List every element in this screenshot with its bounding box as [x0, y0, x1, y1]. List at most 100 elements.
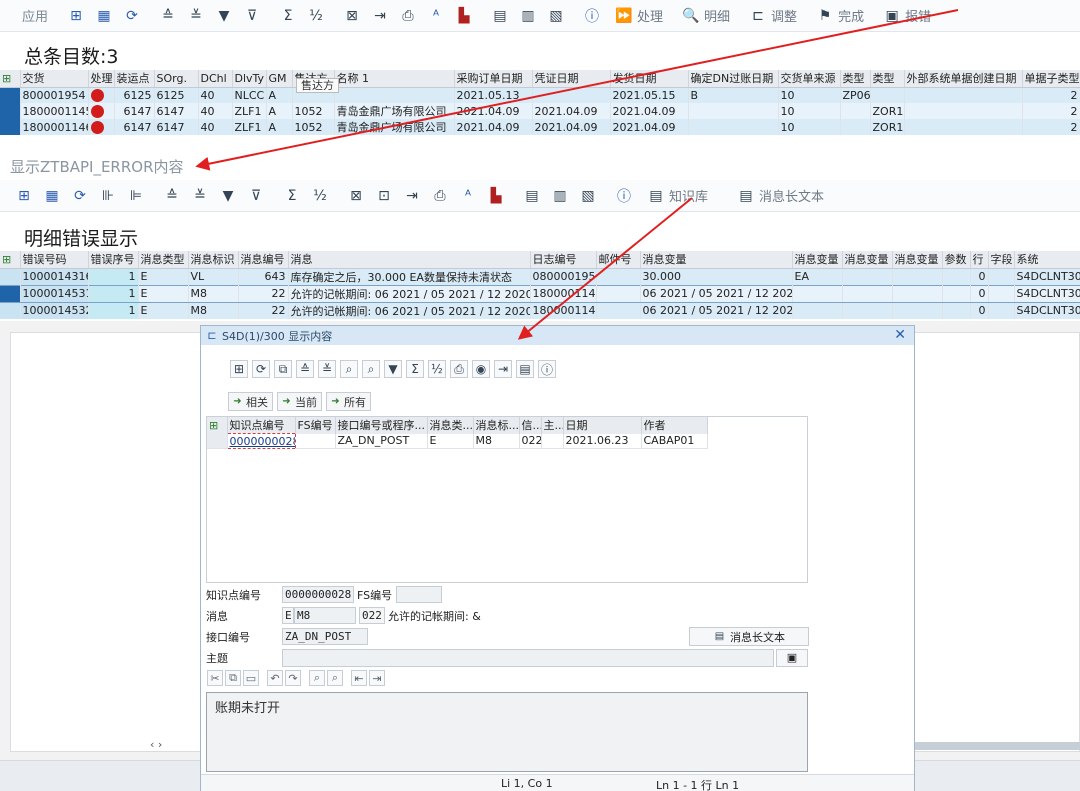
subtotal-icon[interactable]: ½ [306, 6, 326, 26]
subject-lookup-icon[interactable]: ▣ [776, 648, 808, 667]
process-button[interactable]: ⏩ 处理 [610, 6, 663, 26]
display-icon[interactable]: ⊞ [14, 186, 34, 206]
message-id-field[interactable]: M8 [294, 607, 356, 624]
display-icon[interactable]: ⊞ [230, 360, 248, 378]
sum-icon[interactable]: Σ [278, 6, 298, 26]
export-icon[interactable]: ⇥ [370, 6, 390, 26]
col-header[interactable]: 消息编号 [238, 251, 289, 269]
refresh-icon[interactable]: ⟳ [252, 360, 270, 378]
long-text-area[interactable]: 账期未打开 [206, 692, 808, 772]
col-header[interactable]: 消息变量 [640, 251, 793, 269]
col-header[interactable]: 消息类型 [138, 251, 189, 269]
column-icon[interactable]: ⊪ [98, 186, 118, 206]
col-header[interactable]: 处理 [88, 70, 115, 88]
subtotal-icon[interactable]: ½ [310, 186, 330, 206]
finish-button[interactable]: ⚑ 完成 [811, 6, 864, 26]
message-long-text-button[interactable]: ▤ 消息长文本 [689, 627, 809, 646]
sum-icon[interactable]: Σ [406, 360, 424, 378]
col-header[interactable]: DChl [198, 70, 233, 88]
find-next-icon[interactable]: ⌕ [362, 360, 380, 378]
col-header[interactable]: 消息类... [427, 417, 474, 434]
layout-save-icon[interactable]: ▧ [578, 186, 598, 206]
col-header[interactable]: 消息标... [473, 417, 520, 434]
col-header[interactable]: DlvTy [232, 70, 267, 88]
abc-icon[interactable]: ᴬ [426, 6, 446, 26]
row-selector[interactable] [0, 103, 21, 119]
interface-field[interactable]: ZA_DN_POST [282, 628, 368, 645]
col-header[interactable]: 发货日期 [610, 70, 689, 88]
delivery-cell[interactable]: 800001954 [20, 87, 89, 103]
col-header[interactable]: 接口编号或程序... [335, 417, 428, 434]
layout-icon[interactable]: ▤ [516, 360, 534, 378]
table-row[interactable]: 1800001145 6147 6147 40 ZLF1 A 1052 青岛金鼎… [0, 103, 1080, 119]
col-header[interactable]: 日志编号 [530, 251, 597, 269]
fs-number-field[interactable] [396, 586, 443, 603]
close-icon[interactable]: ✕ [894, 327, 906, 343]
knowledge-base-button[interactable]: ▤ 知识库 [642, 186, 708, 206]
cell[interactable]: 1000014532 [20, 302, 89, 319]
sort-desc-icon[interactable]: ≚ [318, 360, 336, 378]
sort-desc-icon[interactable]: ≚ [186, 6, 206, 26]
related-button[interactable]: ➜ 相关 [228, 392, 273, 411]
col-header[interactable]: 日期 [563, 417, 642, 434]
kb-number-field[interactable]: 0000000028 [282, 586, 354, 603]
col-header[interactable]: 消息变量 [892, 251, 943, 269]
filter-icon[interactable]: ▼ [218, 186, 238, 206]
col-header[interactable]: 行 [970, 251, 989, 269]
layout-save-icon[interactable]: ▧ [546, 6, 566, 26]
col-header[interactable]: 凭证日期 [532, 70, 611, 88]
export-icon[interactable]: ⇥ [494, 360, 512, 378]
info-icon[interactable]: ⓘ [538, 360, 556, 378]
subtotal-icon[interactable]: ½ [428, 360, 446, 378]
scroll-arrows-icon[interactable]: ‹ › [150, 738, 162, 751]
col-header[interactable]: 消息变量 [792, 251, 843, 269]
refresh-icon[interactable]: ⟳ [122, 6, 142, 26]
find-icon[interactable]: ⌕ [340, 360, 358, 378]
all-button[interactable]: ➜ 所有 [326, 392, 371, 411]
export-icon[interactable]: ⇥ [402, 186, 422, 206]
adjust-button[interactable]: ⊏ 调整 [744, 6, 797, 26]
table-row[interactable]: 1000014531 1 E M8 22 允许的记帐期间: 06 2021 / … [0, 284, 1080, 303]
column-hide-icon[interactable]: ⊫ [126, 186, 146, 206]
cell[interactable]: 1000014531 [20, 284, 89, 303]
table-row[interactable]: 1000014316 1 E VL 643 库存确定之后，30.000 EA数量… [0, 268, 1080, 285]
col-header[interactable]: 错误序号 [88, 251, 139, 269]
col-header[interactable]: 外部系统单据创建日期 [904, 70, 1023, 88]
export-icon[interactable]: ⇥ [369, 670, 385, 686]
row-selector[interactable] [207, 433, 228, 449]
row-selector[interactable] [0, 268, 21, 285]
col-header[interactable]: 参数 [942, 251, 971, 269]
col-header[interactable]: 作者 [641, 417, 708, 434]
sort-asc-icon[interactable]: ≙ [158, 6, 178, 26]
layout-icon[interactable]: ▤ [490, 6, 510, 26]
table-row[interactable]: 1800001146 6147 6147 40 ZLF1 A 1052 青岛金鼎… [0, 119, 1080, 135]
subject-field[interactable] [282, 648, 774, 667]
col-header[interactable]: 信... [519, 417, 542, 434]
filter-delete-icon[interactable]: ⊽ [242, 6, 262, 26]
report-error-button[interactable]: ▣ 报错 [878, 6, 931, 26]
layout-select-icon[interactable]: ▥ [518, 6, 538, 26]
import-icon[interactable]: ⇤ [351, 670, 367, 686]
col-header[interactable]: GM [266, 70, 293, 88]
abc-icon[interactable]: ᴬ [458, 186, 478, 206]
paste-icon[interactable]: ▭ [243, 670, 259, 686]
col-header[interactable]: 邮件号 [596, 251, 641, 269]
chart-icon[interactable]: ▙ [486, 186, 506, 206]
row-selector[interactable] [0, 284, 21, 303]
find-next-icon[interactable]: ⌕ [327, 670, 343, 686]
undo-icon[interactable]: ↶ [267, 670, 283, 686]
cell[interactable]: 1000014316 [20, 268, 89, 285]
filter-icon[interactable]: ▼ [384, 360, 402, 378]
current-button[interactable]: ➜ 当前 [277, 392, 322, 411]
row-selector[interactable] [0, 87, 21, 103]
message-long-text-button[interactable]: ▤ 消息长文本 [732, 186, 824, 206]
cut-icon[interactable]: ✂ [207, 670, 223, 686]
col-header[interactable]: 错误号码 [20, 251, 89, 269]
col-header[interactable]: FS编号 [295, 417, 336, 434]
sort-asc-icon[interactable]: ≙ [296, 360, 314, 378]
sum-icon[interactable]: Σ [282, 186, 302, 206]
filter-delete-icon[interactable]: ⊽ [246, 186, 266, 206]
col-header[interactable]: 单据子类型 [1022, 70, 1080, 88]
copy-icon[interactable]: ⧉ [274, 360, 292, 378]
col-header[interactable]: 交货 [20, 70, 89, 88]
